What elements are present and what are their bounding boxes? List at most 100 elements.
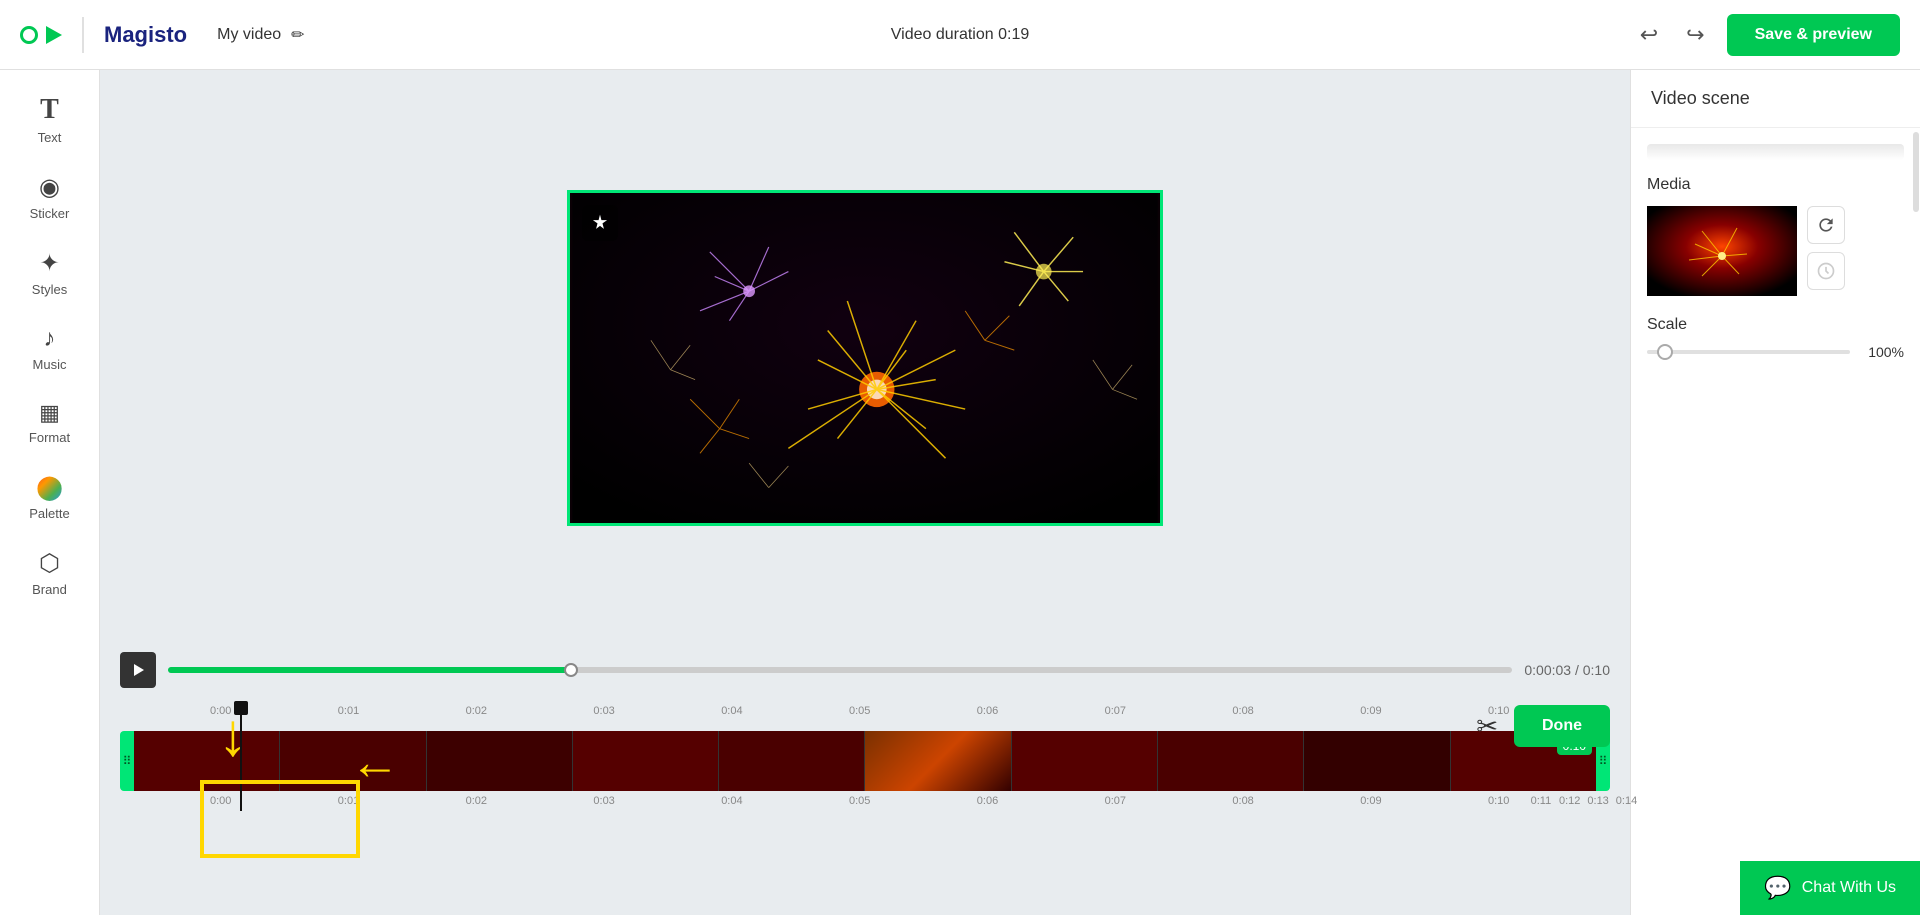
scale-slider-thumb xyxy=(1657,344,1673,360)
bottom-tick-12: 0:12 xyxy=(1559,795,1580,807)
fireworks-background xyxy=(570,193,1160,523)
track-handle-left[interactable]: ⠿ xyxy=(120,731,134,791)
annotation-arrow-left: ← xyxy=(350,737,400,787)
timeline-section: ↓ ← ✂ Done 0:00 0:01 0:02 0:03 0:04 0:05 xyxy=(100,695,1630,915)
done-button[interactable]: Done xyxy=(1514,705,1610,747)
scale-slider[interactable] xyxy=(1647,350,1850,354)
ruler-tick-8: 0:08 xyxy=(1232,705,1253,717)
refresh-media-button[interactable] xyxy=(1807,206,1845,244)
undo-button[interactable]: ↩ xyxy=(1634,16,1664,54)
time-display: 0:00:03 / 0:10 xyxy=(1524,662,1610,678)
logo-play-icon xyxy=(46,26,62,44)
app-name: Magisto xyxy=(104,22,187,48)
logo: Magisto xyxy=(20,17,187,53)
play-button[interactable] xyxy=(120,652,156,688)
text-icon: T xyxy=(40,94,59,126)
media-section: Media xyxy=(1647,176,1904,296)
bottom-tick-11: 0:11 xyxy=(1531,795,1552,807)
panel-body: Media xyxy=(1631,128,1920,915)
track-frame xyxy=(1012,731,1158,791)
panel-scrollbar-thumb xyxy=(1913,132,1919,212)
sidebar-item-format[interactable]: ▦ Format xyxy=(0,386,99,459)
video-title: My video xyxy=(217,26,281,44)
logo-circles xyxy=(20,26,62,44)
chat-widget[interactable]: 💬 Chat With Us xyxy=(1740,861,1920,915)
track-frame xyxy=(719,731,865,791)
track-frame-firework xyxy=(865,731,1010,791)
video-title-area: My video ✏ xyxy=(217,25,304,45)
progress-bar[interactable] xyxy=(168,667,1512,673)
timeline-ruler: 0:00 0:01 0:02 0:03 0:04 0:05 0:06 0:07 … xyxy=(120,705,1630,727)
progress-fill xyxy=(168,667,571,673)
track-frame xyxy=(1304,731,1450,791)
sidebar-item-label-format: Format xyxy=(29,430,70,445)
sidebar-item-sticker[interactable]: ◉ Sticker xyxy=(0,159,99,235)
bottom-tick-7: 0:07 xyxy=(1105,795,1126,807)
timeline-bottom-ruler: 0:00 0:01 0:02 0:03 0:04 0:05 0:06 0:07 … xyxy=(120,795,1630,815)
scale-label: Scale xyxy=(1647,316,1904,334)
header: Magisto My video ✏ Video duration 0:19 ↩… xyxy=(0,0,1920,70)
annotation-selection-box xyxy=(200,780,360,858)
music-icon: ♪ xyxy=(44,325,56,353)
fireworks-svg xyxy=(570,193,1160,523)
duration-display: Video duration 0:19 xyxy=(891,26,1029,44)
sidebar-item-text[interactable]: T Text xyxy=(0,80,99,159)
redo-button[interactable]: ↪ xyxy=(1680,16,1710,54)
sidebar-item-label-music: Music xyxy=(33,357,67,372)
chat-bubble-icon: 💬 xyxy=(1764,875,1791,901)
sidebar-item-label-sticker: Sticker xyxy=(30,206,70,221)
track-frame xyxy=(134,731,280,791)
progress-thumb xyxy=(564,663,578,677)
bottom-tick-10: 0:10 xyxy=(1488,795,1509,807)
scale-value: 100% xyxy=(1860,344,1904,360)
track-frame xyxy=(427,731,573,791)
track-frame xyxy=(865,731,1011,791)
panel-top-hint xyxy=(1647,144,1904,160)
ruler-tick-1: 0:01 xyxy=(338,705,359,717)
logo-circle-icon xyxy=(20,26,38,44)
video-preview xyxy=(100,70,1630,645)
sidebar-item-music[interactable]: ♪ Music xyxy=(0,311,99,386)
sidebar-item-styles[interactable]: ✦ Styles xyxy=(0,235,99,311)
sidebar-item-brand[interactable]: ⬡ Brand xyxy=(0,535,99,611)
chat-label: Chat With Us xyxy=(1802,879,1896,897)
palette-icon: ⬤ xyxy=(36,473,63,502)
sidebar-item-palette[interactable]: ⬤ Palette xyxy=(0,459,99,535)
ruler-tick-4: 0:04 xyxy=(721,705,742,717)
track-frame xyxy=(573,731,719,791)
ruler-tick-3: 0:03 xyxy=(593,705,614,717)
bottom-tick-0: 0:00 xyxy=(210,795,231,807)
scissors-button[interactable]: ✂ xyxy=(1476,711,1498,742)
format-icon: ▦ xyxy=(39,400,60,426)
right-panel: Video scene Media xyxy=(1630,70,1920,915)
media-thumbnail xyxy=(1647,206,1797,296)
scale-row: 100% xyxy=(1647,344,1904,360)
track-frame xyxy=(1158,731,1304,791)
ruler-tick-7: 0:07 xyxy=(1105,705,1126,717)
sidebar-item-label-brand: Brand xyxy=(32,582,67,597)
logo-divider xyxy=(82,17,84,53)
panel-title: Video scene xyxy=(1631,70,1920,128)
ruler-tick-5: 0:05 xyxy=(849,705,870,717)
track-strip[interactable]: ⠿ xyxy=(120,731,1610,791)
ruler-tick-2: 0:02 xyxy=(466,705,487,717)
header-actions: ↩ ↪ Save & preview xyxy=(1634,14,1900,56)
bottom-tick-4: 0:04 xyxy=(721,795,742,807)
ruler-tick-6: 0:06 xyxy=(977,705,998,717)
styles-icon: ✦ xyxy=(39,249,59,278)
scale-section: Scale 100% xyxy=(1647,316,1904,360)
bottom-tick-6: 0:06 xyxy=(977,795,998,807)
bottom-tick-13: 0:13 xyxy=(1587,795,1608,807)
main-layout: T Text ◉ Sticker ✦ Styles ♪ Music ▦ Form… xyxy=(0,70,1920,915)
bottom-tick-5: 0:05 xyxy=(849,795,870,807)
sidebar-item-label-styles: Styles xyxy=(32,282,67,297)
media-label: Media xyxy=(1647,176,1904,194)
save-preview-button[interactable]: Save & preview xyxy=(1727,14,1900,56)
media-action-icons xyxy=(1807,206,1845,290)
annotation-arrow-down: ↓ xyxy=(218,705,248,765)
bottom-tick-1: 0:01 xyxy=(338,795,359,807)
clock-media-button[interactable] xyxy=(1807,252,1845,290)
panel-scrollbar[interactable] xyxy=(1912,128,1920,915)
edit-title-icon[interactable]: ✏ xyxy=(291,25,304,45)
media-row xyxy=(1647,206,1904,296)
